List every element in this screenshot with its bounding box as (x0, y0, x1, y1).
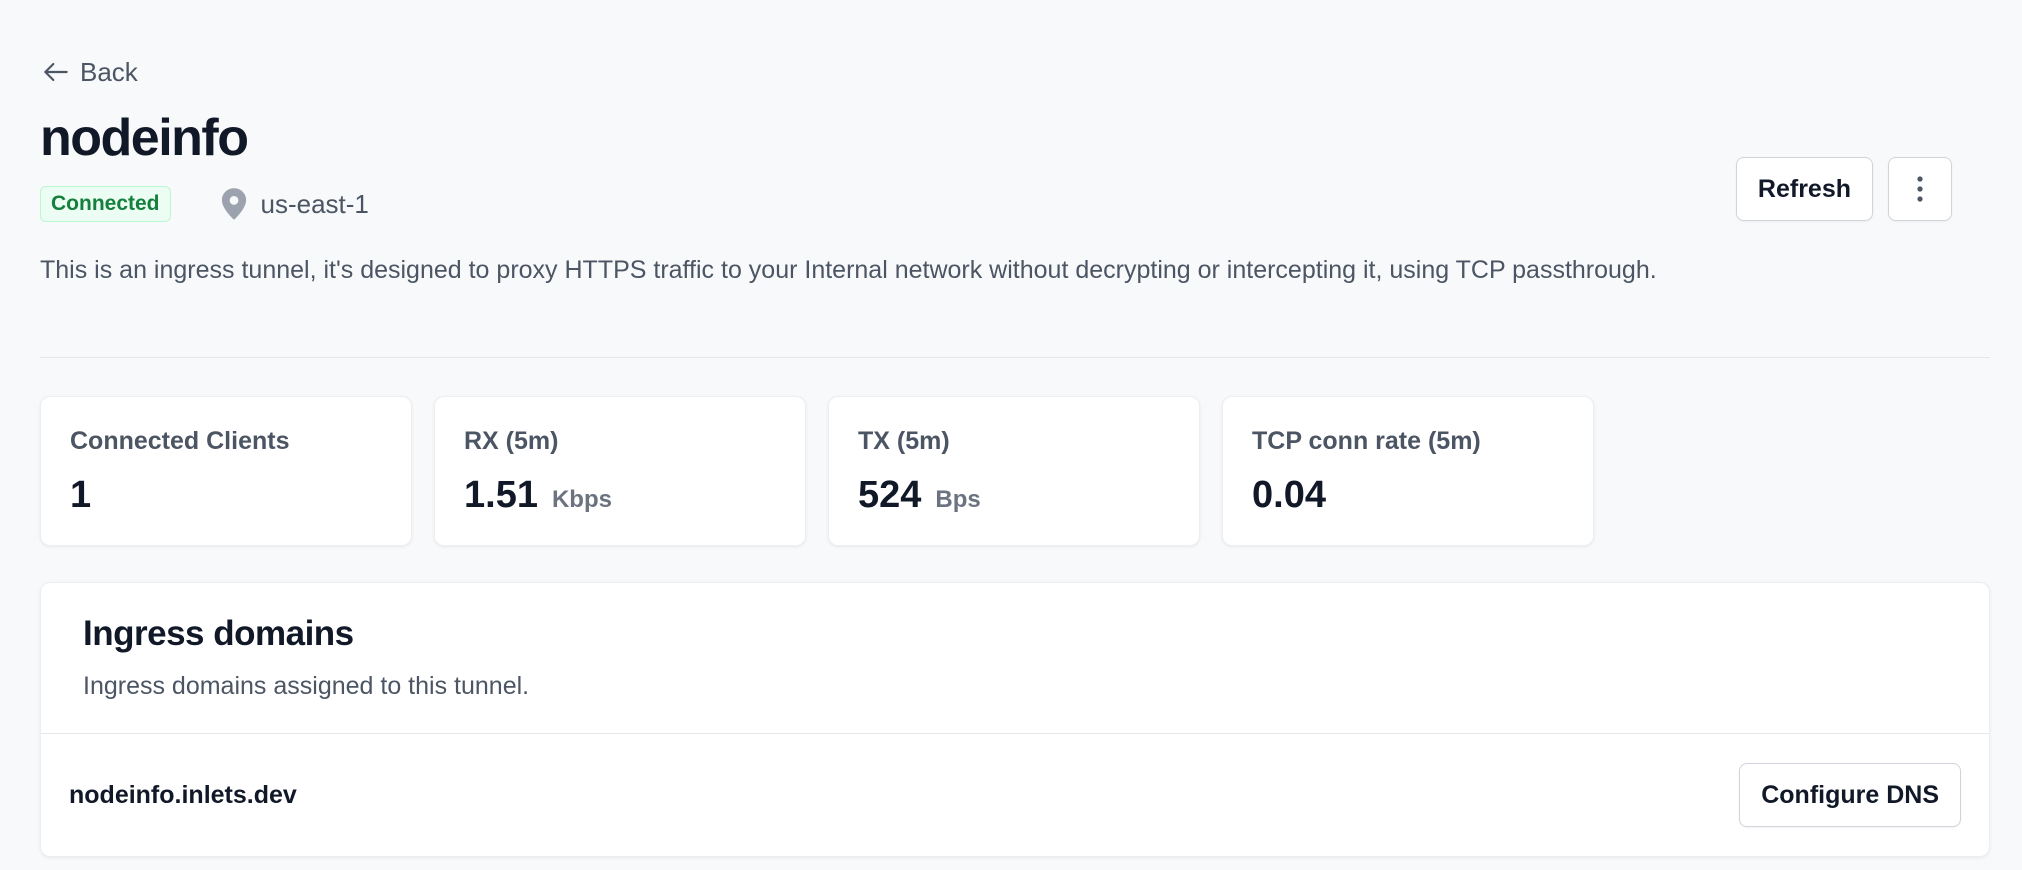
status-badge: Connected (40, 186, 171, 222)
stat-label: TX (5m) (858, 427, 950, 455)
region-label: us-east-1 (260, 188, 369, 219)
card-title: Ingress domains (83, 614, 354, 653)
stat-card-rx: RX (5m) 1.51 Kbps (434, 396, 806, 546)
vertical-ellipsis-icon (1917, 176, 1923, 202)
map-pin-icon (221, 188, 246, 220)
tunnel-meta: Connected us-east-1 (40, 186, 369, 222)
arrow-left-icon (44, 62, 68, 82)
region: us-east-1 (219, 187, 369, 221)
stat-unit: Kbps (551, 486, 612, 513)
configure-dns-button[interactable]: Configure DNS (1739, 763, 1961, 827)
stat-value: 0.04 (1252, 474, 1326, 516)
ingress-domains-card: Ingress domains Ingress domains assigned… (40, 582, 1990, 857)
stat-value: 524 (858, 474, 922, 516)
back-link[interactable]: Back (40, 56, 138, 88)
more-actions-button[interactable] (1888, 157, 1952, 221)
stat-card-tx: TX (5m) 524 Bps (828, 396, 1200, 546)
stat-label: RX (5m) (464, 427, 559, 455)
stats-row: Connected Clients 1 RX (5m) 1.51 Kbps TX… (40, 396, 1594, 546)
stat-card-tcp-conn-rate: TCP conn rate (5m) 0.04 (1222, 396, 1594, 546)
header-actions: Refresh (1735, 157, 1952, 221)
section-divider (40, 357, 1990, 358)
stat-unit: Bps (935, 486, 981, 513)
stat-label: TCP conn rate (5m) (1252, 427, 1481, 455)
stat-label: Connected Clients (70, 427, 290, 455)
stat-value: 1 (70, 474, 92, 516)
domain-row: nodeinfo.inlets.dev Configure DNS (41, 734, 1989, 856)
stat-card-connected-clients: Connected Clients 1 (40, 396, 412, 546)
stat-value: 1.51 (464, 474, 538, 516)
tunnel-detail-page: Back nodeinfo Connected us-east-1 Refres… (0, 0, 2022, 870)
page-title: nodeinfo (40, 109, 249, 167)
domain-name: nodeinfo.inlets.dev (69, 780, 297, 809)
card-subtitle: Ingress domains assigned to this tunnel. (83, 672, 530, 700)
tunnel-description: This is an ingress tunnel, it's designed… (40, 256, 1657, 284)
card-header: Ingress domains Ingress domains assigned… (41, 583, 1989, 734)
refresh-button[interactable]: Refresh (1735, 157, 1873, 221)
back-label: Back (80, 56, 138, 87)
